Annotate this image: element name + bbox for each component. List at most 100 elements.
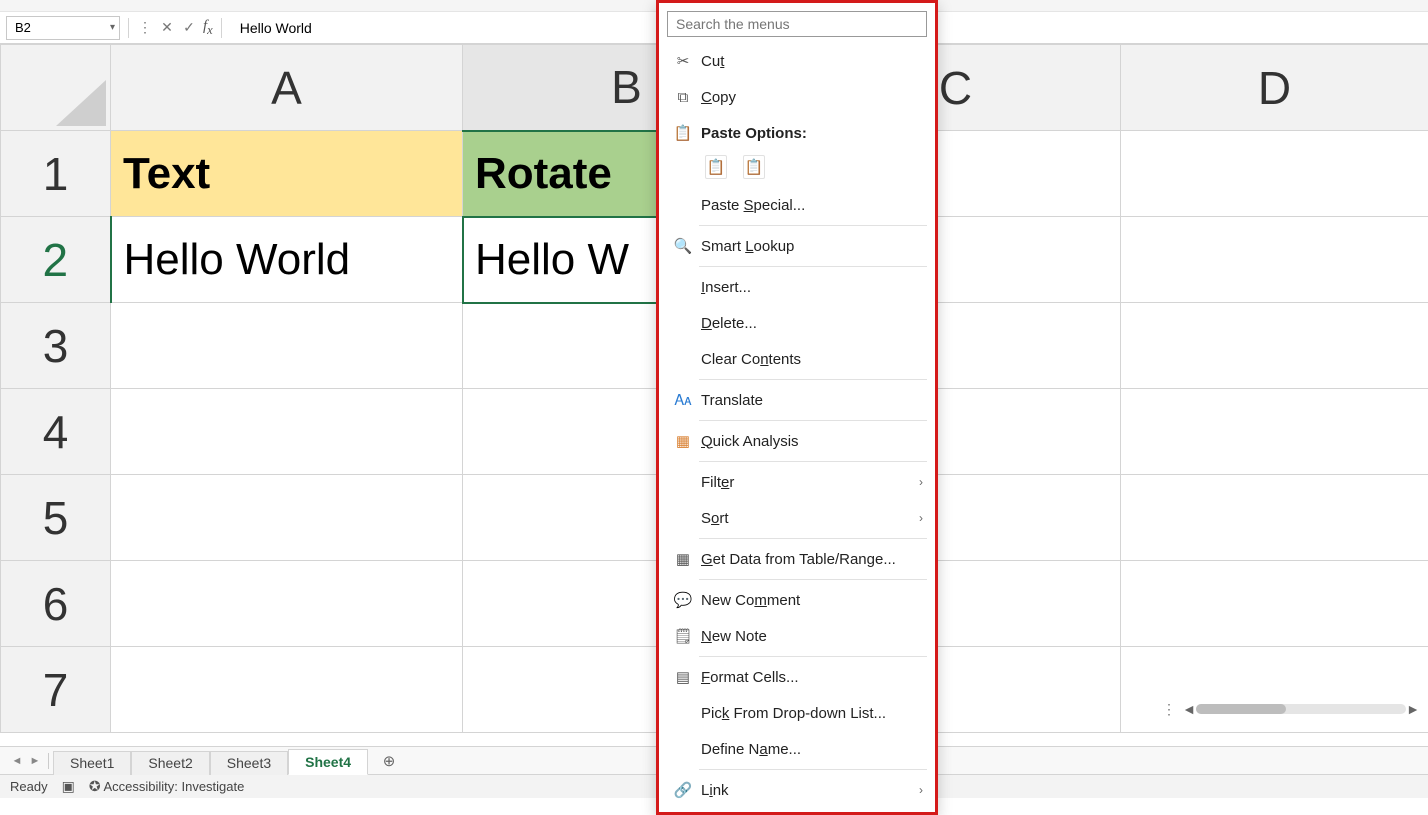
menu-label: Sort [701, 510, 729, 527]
menu-format-cells[interactable]: ▤ Format Cells... [659, 659, 935, 695]
sheet-tab-active[interactable]: Sheet4 [288, 749, 368, 775]
cell-D2[interactable] [1121, 217, 1428, 303]
cancel-formula-icon[interactable]: ✕ [159, 19, 175, 36]
separator [699, 579, 927, 580]
cell-A7[interactable] [111, 647, 463, 733]
menu-label: New Comment [701, 592, 800, 609]
row-header-4[interactable]: 4 [1, 389, 111, 475]
tab-nav-next-icon[interactable]: ► [26, 755, 44, 767]
separator [699, 420, 927, 421]
cell-D3[interactable] [1121, 303, 1428, 389]
separator [128, 18, 129, 38]
cell-D7[interactable] [1121, 647, 1428, 733]
cell-A4[interactable] [111, 389, 463, 475]
scroll-options-icon[interactable]: ⋮ [1160, 701, 1178, 718]
menu-new-note[interactable]: 🗒 New Note [659, 618, 935, 654]
menu-quick-analysis[interactable]: ▦ Quick Analysis [659, 423, 935, 459]
row-header-7[interactable]: 7 [1, 647, 111, 733]
menu-label: Translate [701, 392, 763, 409]
menu-smart-lookup[interactable]: 🔍 Smart Lookup [659, 228, 935, 264]
menu-delete[interactable]: Delete... [659, 305, 935, 341]
menu-insert[interactable]: Insert... [659, 269, 935, 305]
menu-get-data[interactable]: ▦ Get Data from Table/Range... [659, 541, 935, 577]
scroll-track[interactable] [1196, 704, 1406, 714]
scissors-icon: ✂ [671, 52, 695, 70]
menu-clear-contents[interactable]: Clear Contents [659, 341, 935, 377]
menu-label: Copy [701, 89, 736, 106]
cell-D4[interactable] [1121, 389, 1428, 475]
status-accessibility[interactable]: ✪ Accessibility: Investigate [89, 778, 245, 795]
scroll-right-icon[interactable]: ► [1406, 701, 1420, 717]
note-icon: 🗒 [671, 627, 695, 645]
sheet-tab[interactable]: Sheet1 [53, 751, 131, 775]
cell-A1[interactable]: Text [111, 131, 463, 217]
sheet-tab[interactable]: Sheet3 [210, 751, 288, 775]
menu-label: Link [701, 782, 729, 799]
menu-label: Delete... [701, 315, 757, 332]
scroll-thumb[interactable] [1196, 704, 1286, 714]
scroll-left-icon[interactable]: ◄ [1182, 701, 1196, 717]
menu-label: Get Data from Table/Range... [701, 551, 896, 568]
confirm-formula-icon[interactable]: ✓ [181, 19, 197, 36]
search-icon: 🔍 [671, 237, 695, 255]
menu-label: New Note [701, 628, 767, 645]
sheet-tab[interactable]: Sheet2 [131, 751, 209, 775]
cell-D5[interactable] [1121, 475, 1428, 561]
select-all-corner[interactable] [1, 45, 111, 131]
tab-nav-prev-icon[interactable]: ◄ [8, 755, 26, 767]
menu-new-comment[interactable]: 💬 New Comment [659, 582, 935, 618]
row-header-6[interactable]: 6 [1, 561, 111, 647]
row-header-1[interactable]: 1 [1, 131, 111, 217]
paste-default-icon[interactable]: 📋 [705, 155, 727, 179]
fx-icon[interactable]: fx [203, 18, 213, 38]
menu-label: Define Name... [701, 741, 801, 758]
accessibility-icon: ✪ [89, 778, 101, 794]
menu-search[interactable] [667, 11, 927, 37]
menu-label: Paste Special... [701, 197, 805, 214]
menu-label: Insert... [701, 279, 751, 296]
more-icon[interactable]: ⋮ [137, 19, 153, 36]
translate-icon: 🗛 [671, 392, 695, 409]
chevron-down-icon[interactable]: ▾ [110, 22, 115, 33]
cell-A3[interactable] [111, 303, 463, 389]
horizontal-scrollbar[interactable]: ⋮ ◄ ► [1160, 700, 1420, 718]
menu-translate[interactable]: 🗛 Translate [659, 382, 935, 418]
separator [699, 538, 927, 539]
paste-values-icon[interactable]: 📋 [743, 155, 765, 179]
add-sheet-icon[interactable]: ⊕ [376, 752, 402, 770]
menu-sort[interactable]: Sort › [659, 500, 935, 536]
context-menu: ✂ Cut ⧉ Copy 📋 Paste Options: 📋 📋 Paste … [656, 0, 938, 815]
copy-icon: ⧉ [671, 89, 695, 106]
menu-define-name[interactable]: Define Name... [659, 731, 935, 767]
name-box[interactable]: B2 ▾ [6, 16, 120, 40]
cell-D1[interactable] [1121, 131, 1428, 217]
menu-label: Paste Options: [701, 125, 807, 142]
cell-A5[interactable] [111, 475, 463, 561]
menu-pick-from-list[interactable]: Pick From Drop-down List... [659, 695, 935, 731]
cell-A2[interactable]: Hello World [111, 217, 463, 303]
row-header-5[interactable]: 5 [1, 475, 111, 561]
menu-search-input[interactable] [667, 11, 927, 37]
cell-D6[interactable] [1121, 561, 1428, 647]
chevron-right-icon: › [919, 475, 923, 489]
comment-icon: 💬 [671, 591, 695, 609]
col-header-A[interactable]: A [111, 45, 463, 131]
menu-cut[interactable]: ✂ Cut [659, 43, 935, 79]
menu-label: Smart Lookup [701, 238, 794, 255]
chevron-right-icon: › [919, 783, 923, 797]
menu-link[interactable]: 🔗 Link › [659, 772, 935, 808]
menu-paste-special[interactable]: Paste Special... [659, 187, 935, 223]
menu-filter[interactable]: Filter › [659, 464, 935, 500]
cell-A6[interactable] [111, 561, 463, 647]
table-icon: ▦ [671, 550, 695, 568]
quick-analysis-icon: ▦ [671, 432, 695, 450]
row-header-3[interactable]: 3 [1, 303, 111, 389]
menu-copy[interactable]: ⧉ Copy [659, 79, 935, 115]
col-header-D[interactable]: D [1121, 45, 1428, 131]
menu-label: Cut [701, 53, 724, 70]
row-header-2[interactable]: 2 [1, 217, 111, 303]
paste-options-row: 📋 📋 [659, 151, 935, 187]
separator [699, 656, 927, 657]
menu-label: Filter [701, 474, 734, 491]
macro-record-icon[interactable]: ▣ [62, 778, 75, 795]
